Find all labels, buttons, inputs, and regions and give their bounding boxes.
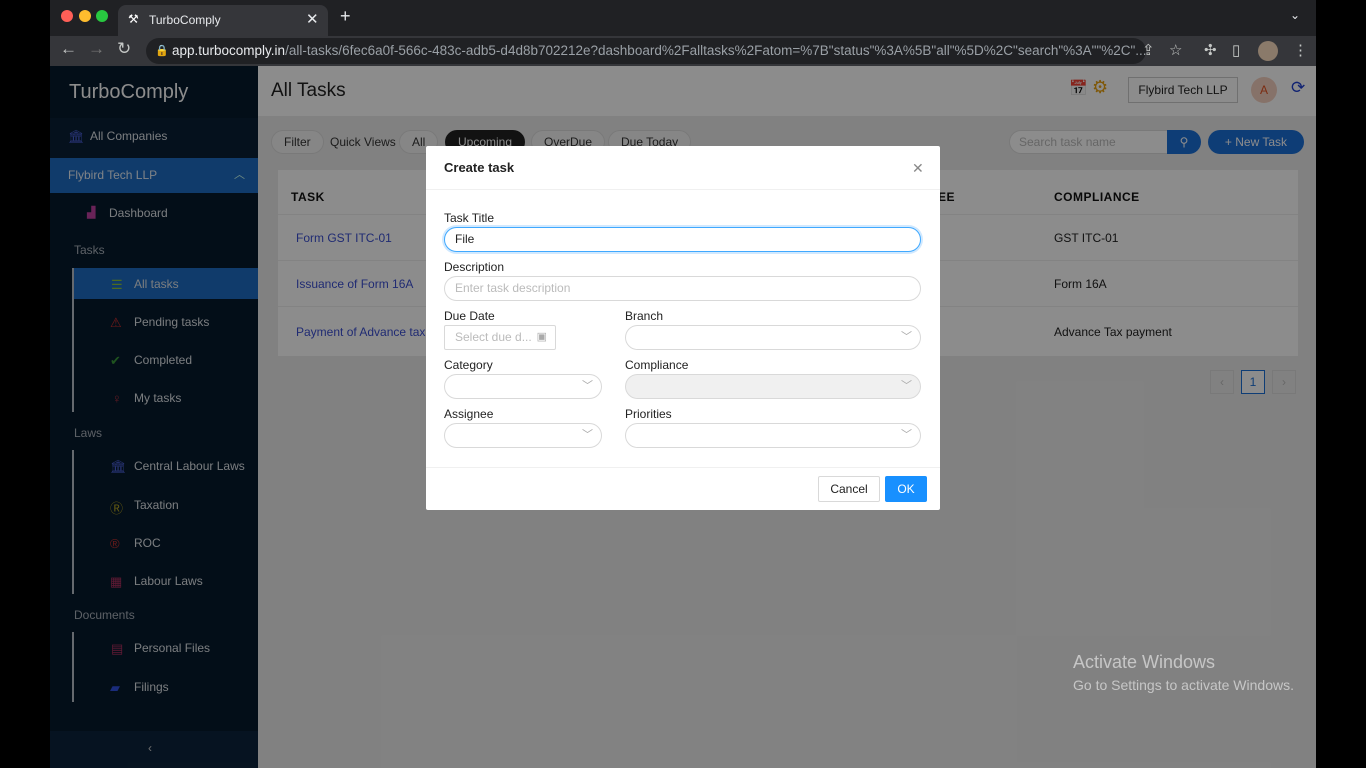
chevron-down-icon: ﹀ [901,429,912,441]
compliance-label: Compliance [625,358,689,372]
tab-strip: ⚒ TurboComply ✕ + ⌄ [50,0,1316,36]
tab-title: TurboComply [149,13,221,27]
due-date-label: Due Date [444,309,495,323]
priorities-select[interactable]: ﹀ [625,423,921,448]
favicon-icon: ⚒ [128,12,139,26]
menu-kebab-icon[interactable]: ⋮ [1293,41,1308,59]
lock-icon: 🔒 [155,45,169,57]
watermark-subtitle: Go to Settings to activate Windows. [1073,677,1294,693]
assignee-select[interactable]: ﹀ [444,423,602,448]
dialog-title: Create task [444,160,515,175]
maximize-window-button[interactable] [96,10,108,22]
chevron-down-icon: ﹀ [901,380,912,392]
priorities-label: Priorities [625,407,672,421]
ok-button[interactable]: OK [885,476,927,502]
task-title-label: Task Title [444,211,495,225]
sidepanel-icon[interactable]: ▯ [1232,41,1240,59]
watermark-title: Activate Windows [1073,652,1216,672]
task-title-input[interactable]: File [444,227,921,252]
close-window-button[interactable] [61,10,73,22]
forward-icon[interactable]: → [88,39,105,59]
category-label: Category [444,358,493,372]
new-tab-button[interactable]: + [340,6,351,27]
branch-select[interactable]: ﹀ [625,325,921,350]
assignee-label: Assignee [444,407,494,421]
calendar-icon: ▣ [536,331,547,343]
branch-label: Branch [625,309,664,323]
browser-tab[interactable]: ⚒ TurboComply ✕ [118,5,328,36]
chevron-down-icon: ﹀ [582,380,593,392]
due-date-placeholder: Select due d... [455,330,532,344]
url-domain: app.turbocomply.in [172,43,286,58]
create-task-dialog: Create task ✕ Task Title File Descriptio… [426,146,940,510]
tab-search-icon[interactable]: ⌄ [1290,8,1300,22]
cancel-button[interactable]: Cancel [818,476,880,502]
description-input[interactable]: Enter task description [444,276,921,301]
back-icon[interactable]: ← [60,39,77,59]
close-tab-icon[interactable]: ✕ [306,10,319,28]
address-bar[interactable]: 🔒 app.turbocomply.in/all-tasks/6fec6a0f-… [146,38,1146,64]
browser-toolbar: ← → ↻ 🔒 app.turbocomply.in/all-tasks/6fe… [50,36,1316,66]
extensions-icon[interactable]: ✣ [1204,41,1217,59]
profile-avatar[interactable] [1258,41,1278,61]
chevron-down-icon: ﹀ [901,331,912,343]
close-icon[interactable]: ✕ [912,160,924,177]
description-label: Description [444,260,505,274]
bookmark-star-icon[interactable]: ☆ [1169,41,1182,59]
chevron-down-icon: ﹀ [582,429,593,441]
share-icon[interactable]: ⇪ [1142,41,1155,59]
browser-chrome: ⚒ TurboComply ✕ + ⌄ ← → ↻ 🔒 app.turbocom… [50,0,1316,66]
activate-windows-watermark: Activate Windows Go to Settings to activ… [1073,652,1294,693]
reload-icon[interactable]: ↻ [117,39,131,59]
url-path: /all-tasks/6fec6a0f-566c-483c-adb5-d4d8b… [285,43,1146,58]
compliance-select[interactable]: ﹀ [625,374,921,399]
category-select[interactable]: ﹀ [444,374,602,399]
minimize-window-button[interactable] [79,10,91,22]
due-date-picker[interactable]: Select due d... ▣ [444,325,556,350]
